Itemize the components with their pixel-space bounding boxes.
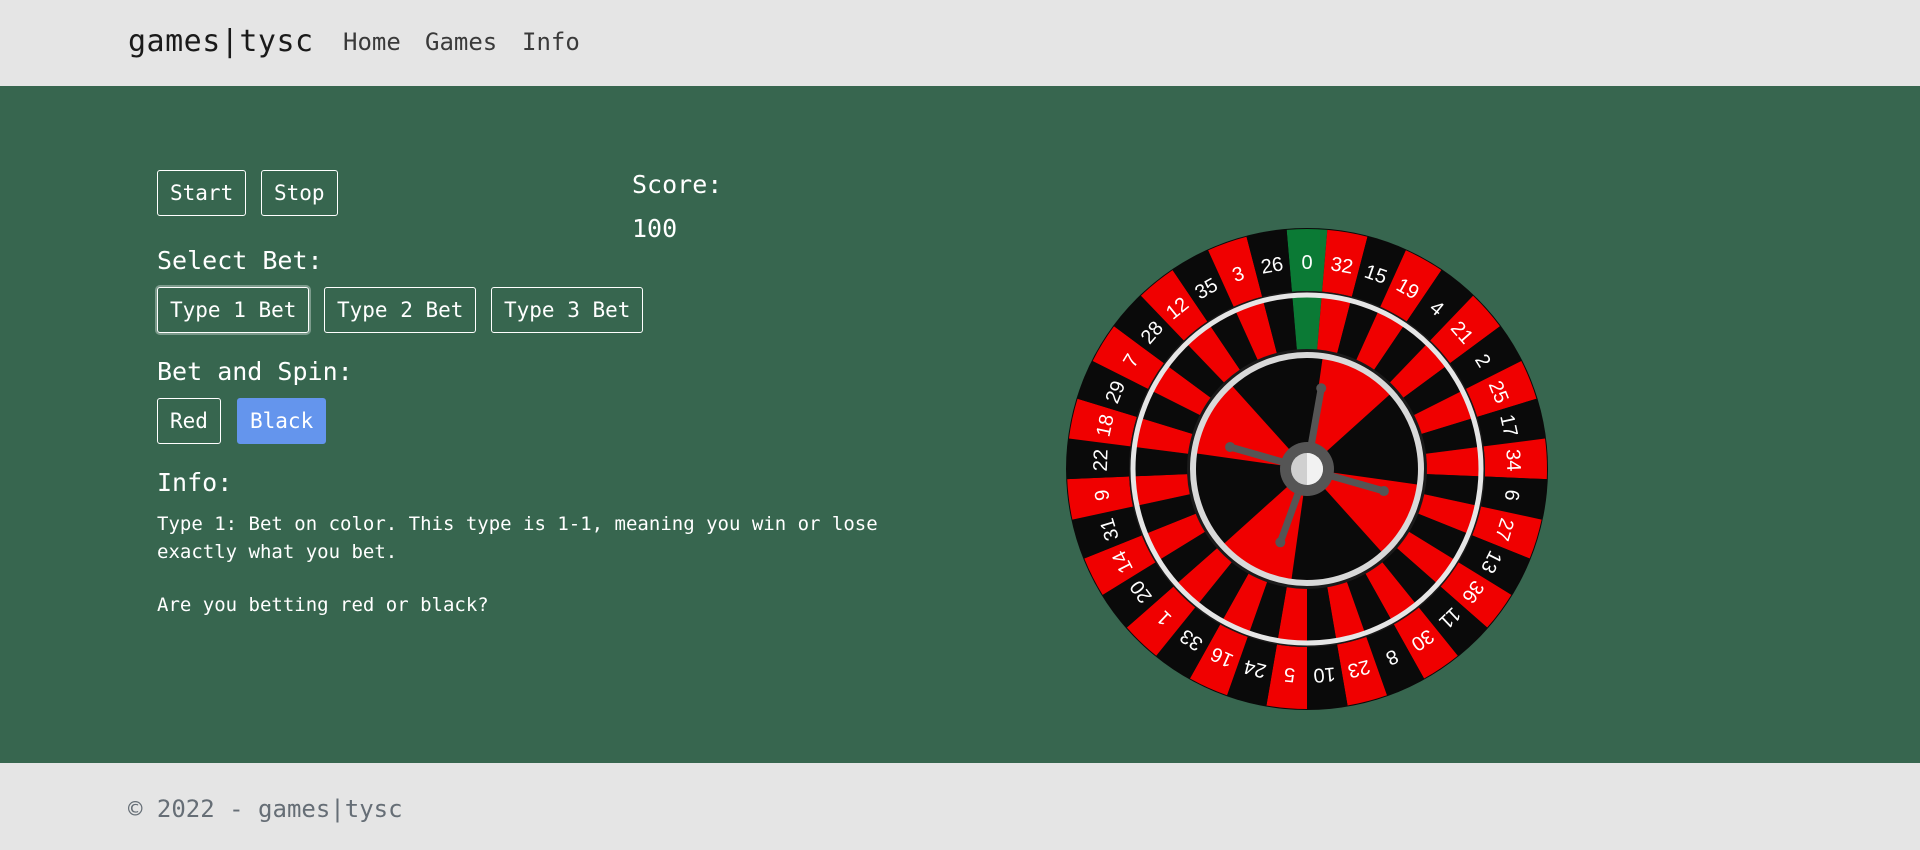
pocket-number-17: 17 [1495, 412, 1521, 438]
pocket-number-10: 10 [1312, 662, 1336, 686]
copyright-text: © 2022 - games|tysc [128, 795, 403, 823]
type-3-bet-button[interactable]: Type 3 Bet [491, 287, 644, 333]
black-bet-button[interactable]: Black [237, 398, 327, 444]
brand-logo[interactable]: games|tysc [128, 24, 314, 59]
info-description: Type 1: Bet on color. This type is 1-1, … [157, 513, 878, 563]
pocket-number-34: 34 [1501, 449, 1524, 472]
footer: © 2022 - games|tysc [0, 763, 1920, 850]
pocket-number-26: 26 [1259, 253, 1285, 278]
roulette-wheel-graphic: 0 32 15 19421225173462713361130823105241633… [1066, 228, 1548, 710]
score-label: Score: [632, 170, 723, 199]
turret-knob [1225, 441, 1236, 452]
pocket-number-5: 5 [1283, 663, 1296, 686]
start-button[interactable]: Start [157, 170, 247, 216]
roulette-wheel: 0 32 15 19 4 21 2 25 17 34 6 27 13 36 11 30 8 23 10 5 24 16 33… [1064, 226, 1550, 712]
select-bet-heading: Select Bet: [157, 246, 323, 275]
pocket-number-32: 32 [1329, 253, 1355, 278]
pocket-number-18: 18 [1093, 412, 1119, 438]
turret-knob [1275, 537, 1286, 548]
nav-info[interactable]: Info [522, 28, 580, 56]
turret-knob [1378, 486, 1389, 497]
bet-and-spin-heading: Bet and Spin: [157, 357, 353, 386]
stop-button[interactable]: Stop [261, 170, 338, 216]
score-value: 100 [632, 214, 678, 243]
info-heading: Info: [157, 468, 233, 497]
type-2-bet-button[interactable]: Type 2 Bet [324, 287, 477, 333]
red-bet-button[interactable]: Red [157, 398, 221, 444]
turret-knob [1316, 383, 1327, 394]
info-question: Are you betting red or black? [157, 594, 489, 616]
pocket-number-22: 22 [1090, 449, 1113, 472]
navbar: games|tysc Home Games Info [0, 0, 1920, 86]
nav-home[interactable]: Home [343, 28, 401, 56]
inner-ring-0 [1292, 297, 1322, 350]
pocket-number-0: 0 [1301, 252, 1312, 274]
nav-games[interactable]: Games [425, 28, 497, 56]
game-area: Start Stop Score: 100 Select Bet: Type 1… [0, 86, 1920, 763]
type-1-bet-button[interactable]: Type 1 Bet [157, 287, 310, 333]
